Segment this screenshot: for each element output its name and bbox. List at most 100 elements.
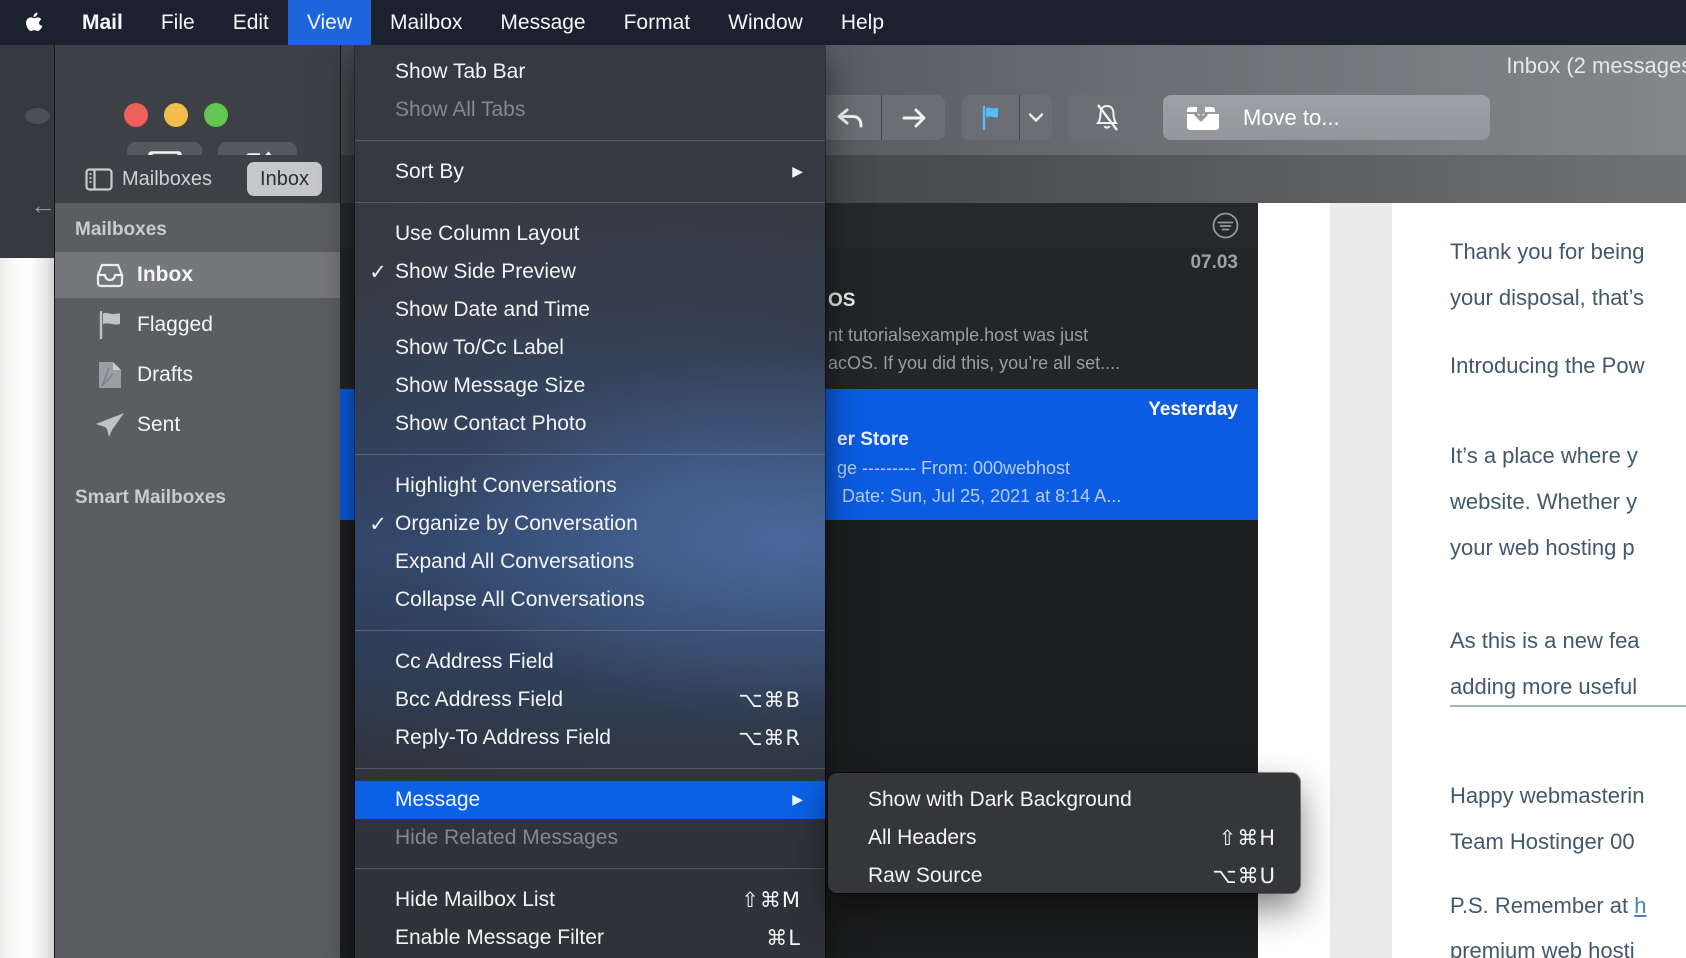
menu-item-show-side-preview[interactable]: ✓Show Side Preview <box>355 253 825 291</box>
sidebar-item-label: Flagged <box>137 313 213 337</box>
email-margin-strip <box>1330 203 1392 958</box>
menubar-item-mail[interactable]: Mail <box>63 0 142 45</box>
forward-button[interactable] <box>882 95 945 140</box>
sidebar-item-drafts[interactable]: Drafts <box>55 352 340 398</box>
submenu-item-all-headers[interactable]: All Headers⇧⌘H <box>828 819 1300 857</box>
chevron-down-icon <box>1029 113 1043 122</box>
menubar-item-message[interactable]: Message <box>481 0 604 45</box>
email-text-line: It’s a place where y <box>1450 443 1638 469</box>
flag-icon <box>93 310 127 340</box>
sent-icon <box>93 410 127 440</box>
email-text-line: your web hosting p <box>1450 535 1635 561</box>
flag-button[interactable] <box>962 95 1019 140</box>
background-window-body <box>0 258 54 958</box>
menu-item-bcc-address-field[interactable]: Bcc Address Field⌥⌘B <box>355 681 825 719</box>
menu-item-show-date-and-time[interactable]: Show Date and Time <box>355 291 825 329</box>
menu-item-organize-by-conversation[interactable]: ✓Organize by Conversation <box>355 505 825 543</box>
menu-item-cc-address-field[interactable]: Cc Address Field <box>355 643 825 681</box>
keyboard-shortcut: ⌥⌘R <box>738 719 801 757</box>
menubar-item-edit[interactable]: Edit <box>214 0 288 45</box>
message-preview: Date: Sun, Jul 25, 2021 at 8:14 A... <box>842 486 1121 507</box>
zoom-window-button[interactable] <box>204 103 228 127</box>
menu-separator <box>355 191 825 215</box>
keyboard-shortcut: ⌘L <box>766 919 801 957</box>
menu-separator <box>355 443 825 467</box>
keyboard-shortcut: ⌥⌘B <box>738 681 801 719</box>
menubar-item-mailbox[interactable]: Mailbox <box>371 0 481 45</box>
email-reading-pane: Thank you for being your disposal, that’… <box>1258 203 1686 958</box>
email-divider <box>1450 705 1686 707</box>
filter-button[interactable] <box>1212 212 1239 239</box>
menu-item-hide-mailbox-list[interactable]: Hide Mailbox List⇧⌘M <box>355 881 825 919</box>
menu-item-show-message-size[interactable]: Show Message Size <box>355 367 825 405</box>
sidebar-nav-bar: Mailboxes Inbox <box>55 155 340 204</box>
menu-item-use-column-layout[interactable]: Use Column Layout <box>355 215 825 253</box>
sidebar-section-mailboxes: Mailboxes <box>75 219 167 241</box>
menu-item-show-tab-bar[interactable]: Show Tab Bar <box>355 53 825 91</box>
email-text-line: As this is a new fea <box>1450 628 1640 654</box>
email-link[interactable]: h <box>1634 893 1646 918</box>
move-to-button[interactable]: Move to... <box>1163 95 1490 140</box>
submenu-item-show-with-dark-background[interactable]: Show with Dark Background <box>828 781 1300 819</box>
menu-item-show-all-tabs: Show All Tabs <box>355 91 825 129</box>
menubar-item-file[interactable]: File <box>142 0 214 45</box>
close-window-button[interactable] <box>124 103 148 127</box>
mute-button[interactable] <box>1068 95 1146 140</box>
menubar-item-view[interactable]: View <box>288 0 371 45</box>
menu-item-show-contact-photo[interactable]: Show Contact Photo <box>355 405 825 443</box>
email-text-line: your disposal, that’s <box>1450 285 1644 311</box>
checkmark-icon: ✓ <box>364 505 392 543</box>
minimize-window-button[interactable] <box>164 103 188 127</box>
menu-item-message[interactable]: Message▶ <box>355 781 825 819</box>
menu-item-enable-message-filter[interactable]: Enable Message Filter⌘L <box>355 919 825 957</box>
menubar-item-format[interactable]: Format <box>605 0 710 45</box>
keyboard-shortcut: ⇧⌘M <box>741 881 801 919</box>
checkmark-icon: ✓ <box>364 253 392 291</box>
sidebar-item-inbox[interactable]: Inbox <box>55 252 340 298</box>
submenu-item-raw-source[interactable]: Raw Source⌥⌘U <box>828 857 1300 895</box>
flag-dropdown-button[interactable] <box>1020 95 1052 140</box>
apple-logo-icon <box>24 12 43 34</box>
back-arrow-icon[interactable]: ← <box>30 192 56 218</box>
menu-item-highlight-conversations[interactable]: Highlight Conversations <box>355 467 825 505</box>
message-time: 07.03 <box>1190 252 1238 274</box>
apple-menu[interactable] <box>0 0 63 45</box>
sidebar-item-label: Sent <box>137 413 180 437</box>
menu-item-expand-all-conversations[interactable]: Expand All Conversations <box>355 543 825 581</box>
menubar-item-help[interactable]: Help <box>822 0 903 45</box>
sidebar-toggle-icon[interactable] <box>85 168 113 191</box>
mailboxes-nav-label[interactable]: Mailboxes <box>122 168 212 191</box>
menu-separator <box>355 619 825 643</box>
keyboard-shortcut: ⌥⌘U <box>1212 857 1276 895</box>
email-text-line: Introducing the Pow <box>1450 353 1644 379</box>
menu-bar: Mail File Edit View Mailbox Message Form… <box>0 0 1686 45</box>
email-text-line: Happy webmasterin <box>1450 783 1644 809</box>
menu-item-reply-to-address-field[interactable]: Reply-To Address Field⌥⌘R <box>355 719 825 757</box>
window-title: Inbox (2 messages) <box>1180 53 1686 79</box>
message-preview: nt tutorialsexample.host was just <box>828 325 1088 346</box>
email-text-line: premium web hosti <box>1450 938 1635 958</box>
menubar-item-window[interactable]: Window <box>709 0 822 45</box>
email-text-line: website. Whether y <box>1450 489 1637 515</box>
avatar <box>25 108 50 124</box>
mute-bell-icon <box>1093 103 1121 133</box>
menu-item-hide-related-messages: Hide Related Messages <box>355 819 825 857</box>
forward-icon <box>900 106 928 130</box>
message-time: Yesterday <box>1148 399 1238 421</box>
menu-item-show-to-cc-label[interactable]: Show To/Cc Label <box>355 329 825 367</box>
message-subject: er Store <box>837 429 909 451</box>
sidebar-item-sent[interactable]: Sent <box>55 402 340 448</box>
reply-button[interactable] <box>818 95 881 140</box>
menu-item-sort-by[interactable]: Sort By▶ <box>355 153 825 191</box>
inbox-nav-button[interactable]: Inbox <box>247 162 322 196</box>
flag-icon <box>979 105 1003 131</box>
sidebar-section-smart-mailboxes: Smart Mailboxes <box>75 487 226 509</box>
keyboard-shortcut: ⇧⌘H <box>1219 819 1276 857</box>
menu-item-collapse-all-conversations[interactable]: Collapse All Conversations <box>355 581 825 619</box>
sidebar-toolbar <box>55 45 340 155</box>
submenu-arrow-icon: ▶ <box>792 153 803 191</box>
email-text-line: Thank you for being <box>1450 239 1644 265</box>
menu-separator <box>355 757 825 781</box>
sidebar-item-label: Drafts <box>137 363 193 387</box>
sidebar-item-flagged[interactable]: Flagged <box>55 302 340 348</box>
